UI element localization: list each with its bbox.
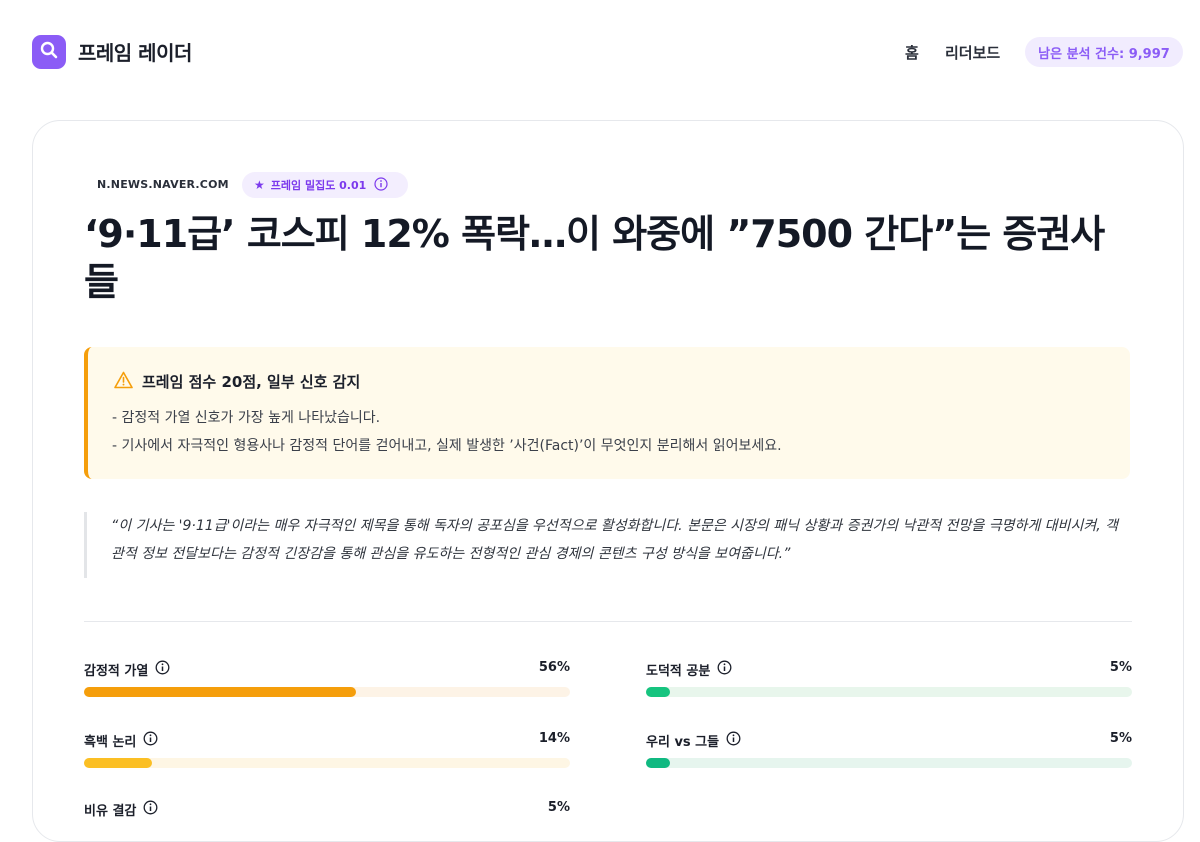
metric-label: 흑백 논리 [84,735,137,750]
metric-label: 도덕적 공분 [646,664,711,679]
progress-fill [84,758,153,768]
metric-percent: 14% [538,731,570,746]
progress-fill [84,687,357,697]
metric-percent: 5% [1109,731,1132,746]
article-title: ‘9·11급’ 코스피 12% 폭락…이 와중에 ”7500 간다”는 증권사들 [84,212,1105,304]
info-icon[interactable] [717,660,732,679]
search-icon [39,40,59,64]
progress-track [84,687,570,697]
remaining-quota-badge: 남은 분석 건수: 9,997 [1025,37,1183,67]
info-icon[interactable] [143,731,158,750]
progress-track [646,758,1132,768]
metric-label: 우리 vs 그들 [646,735,720,750]
alert-title: 프레임 점수 20점, 일부 신호 감지 [142,373,361,391]
progress-fill [646,758,671,768]
nav-leaderboard-link[interactable]: 리더보드 [945,42,1000,63]
section-divider [84,621,1132,622]
star-icon: ★ [254,178,265,192]
info-icon[interactable] [726,731,741,750]
metric-label: 비유 결감 [84,804,137,819]
frame-density-badge: ★ 프레임 밀집도 0.01 [242,172,408,198]
warning-icon [114,371,133,393]
alert-message-2: - 기사에서 자극적인 형용사나 감정적 단어를 걷어내고, 실제 발생한 ’사… [112,438,782,454]
nav-home-link[interactable]: 홈 [905,42,919,63]
frame-score-alert: 프레임 점수 20점, 일부 신호 감지 - 감정적 가열 신호가 가장 높게 … [84,347,1130,479]
progress-track [84,758,570,768]
info-icon[interactable] [143,800,158,819]
ai-summary-quote: “이 기사는 '9·11급'이라는 매우 자극적인 제목을 통해 독자의 공포심… [84,512,1124,578]
brand-name[interactable]: 프레임 레이더 [78,37,192,66]
metric-percent: 56% [538,660,570,675]
info-icon[interactable] [374,176,388,194]
top-bar: 프레임 레이더 홈 리더보드 남은 분석 건수: 9,997 [0,0,1200,100]
info-icon[interactable] [155,660,170,679]
logo[interactable] [32,35,66,69]
metric-label: 감정적 가열 [84,664,149,679]
metric-percent: 5% [1109,660,1132,675]
alert-message-1: - 감정적 가열 신호가 가장 높게 나타났습니다. [112,410,381,426]
progress-fill [646,687,671,697]
article-source: N.NEWS.NAVER.COM [97,178,229,191]
frame-density-label: 프레임 밀집도 0.01 [270,179,367,192]
progress-track [646,687,1132,697]
